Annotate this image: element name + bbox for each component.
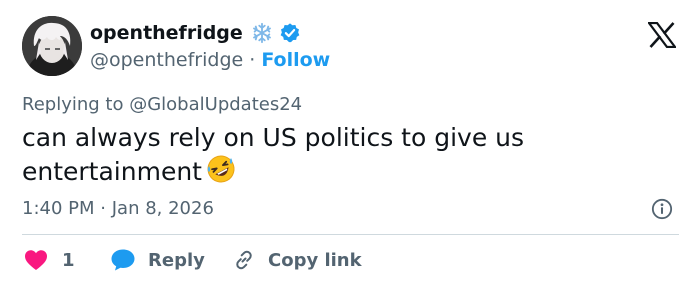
timestamp-separator: · <box>100 198 106 219</box>
reply-bubble-icon <box>111 249 135 271</box>
like-count: 1 <box>62 249 75 271</box>
author-display-name-row: openthefridge <box>90 21 301 45</box>
heart-icon <box>25 250 47 270</box>
replying-to: Replying to @GlobalUpdates24 <box>22 93 302 117</box>
replying-to-prefix: Replying to <box>22 94 124 115</box>
rolling-on-floor-laughing-emoji <box>206 154 236 192</box>
copy-link-label: Copy link <box>268 249 362 271</box>
reply-button[interactable]: Reply <box>110 245 205 275</box>
replying-to-handle[interactable]: @GlobalUpdates24 <box>129 94 302 115</box>
copy-link-button[interactable]: Copy link <box>232 245 362 275</box>
author-handle-row: @openthefridge · Follow <box>90 48 330 72</box>
x-logo-icon[interactable] <box>648 22 676 48</box>
tweet-date: Jan 8, 2026 <box>111 198 214 219</box>
author-handle[interactable]: @openthefridge <box>90 49 243 71</box>
tweet-timestamp[interactable]: 1:40 PM · Jan 8, 2026 <box>22 197 214 221</box>
snowflake-icon <box>252 22 271 44</box>
author-display-name[interactable]: openthefridge <box>90 21 243 45</box>
handle-separator: · <box>249 49 256 71</box>
tweet-text: can always rely on US politics to give u… <box>22 122 662 192</box>
follow-button[interactable]: Follow <box>261 49 330 71</box>
tweet-actions: 1 Reply Copy link <box>0 245 700 275</box>
info-icon[interactable] <box>651 198 673 220</box>
link-icon <box>236 250 252 270</box>
like-button[interactable]: 1 <box>24 245 75 275</box>
divider <box>22 234 679 235</box>
tweet-time: 1:40 PM <box>22 198 95 219</box>
verified-badge-icon <box>280 23 300 43</box>
avatar[interactable] <box>22 16 82 76</box>
tweet-body: can always rely on US politics to give u… <box>22 123 525 186</box>
avatar-image <box>22 16 82 76</box>
reply-label: Reply <box>148 249 205 271</box>
